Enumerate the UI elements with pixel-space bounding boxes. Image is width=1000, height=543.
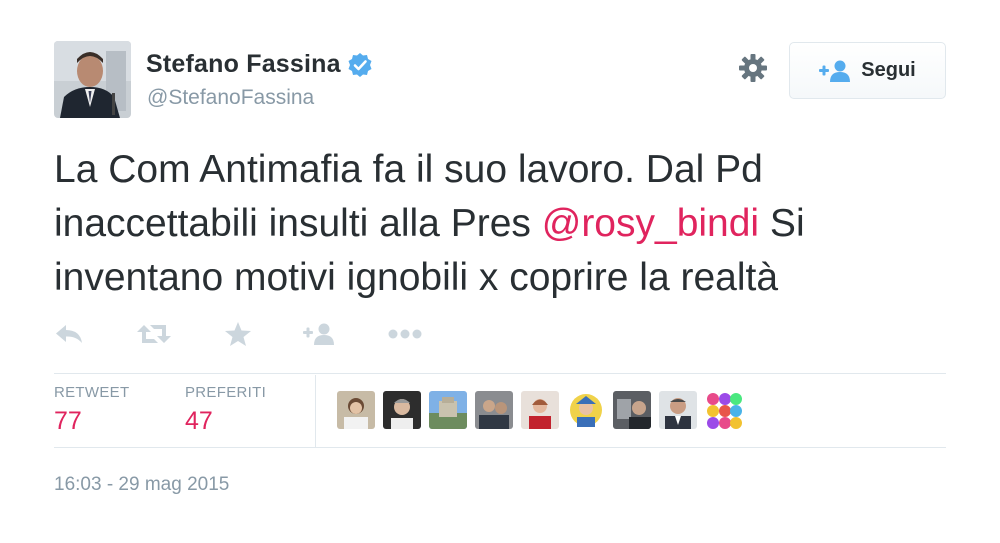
favoriter-avatar[interactable]	[613, 391, 651, 429]
star-icon[interactable]	[224, 318, 252, 350]
retweet-stat-label: RETWEET	[54, 384, 130, 401]
stats-divider-bottom	[54, 447, 946, 448]
author-avatar[interactable]	[54, 41, 131, 118]
tweet-text: La Com Antimafia fa il suo lavoro. Dal P…	[54, 143, 954, 305]
author-name-row[interactable]: Stefano Fassina	[146, 50, 373, 79]
favorites-stat[interactable]: PREFERITI 47	[185, 384, 266, 436]
mention-link[interactable]: @rosy_bindi	[542, 202, 759, 245]
favorites-stat-count: 47	[185, 407, 213, 435]
follow-button-label: Segui	[861, 59, 916, 81]
favoriter-avatar[interactable]	[429, 391, 467, 429]
favoriter-avatar[interactable]	[659, 391, 697, 429]
author-username[interactable]: @StefanoFassina	[147, 86, 314, 110]
stats-separator	[315, 375, 316, 447]
retweet-icon[interactable]	[136, 318, 172, 350]
favoriter-avatar[interactable]	[567, 391, 605, 429]
tweet-card: Stefano Fassina @StefanoFassina Segui La…	[0, 0, 1000, 543]
verified-badge-icon	[347, 52, 373, 78]
favoriter-avatar[interactable]	[521, 391, 559, 429]
follow-person-plus-icon[interactable]	[303, 318, 335, 350]
follow-button[interactable]: Segui	[789, 42, 946, 99]
favoriter-avatar[interactable]	[383, 391, 421, 429]
favoriter-avatar[interactable]	[705, 391, 743, 429]
more-dots-icon[interactable]	[388, 318, 422, 350]
follow-person-plus-icon	[819, 60, 851, 82]
favorites-stat-label: PREFERITI	[185, 384, 267, 401]
favoriter-avatar[interactable]	[475, 391, 513, 429]
reply-icon[interactable]	[54, 318, 84, 350]
gear-icon[interactable]	[738, 53, 768, 83]
retweet-stat-count: 77	[54, 407, 82, 435]
favoriters-avatars	[337, 391, 751, 429]
stats-divider-top	[54, 373, 946, 374]
retweet-stat[interactable]: RETWEET 77	[54, 384, 129, 436]
tweet-timestamp[interactable]: 16:03 - 29 mag 2015	[54, 474, 229, 496]
author-fullname[interactable]: Stefano Fassina	[146, 50, 341, 79]
favoriter-avatar[interactable]	[337, 391, 375, 429]
